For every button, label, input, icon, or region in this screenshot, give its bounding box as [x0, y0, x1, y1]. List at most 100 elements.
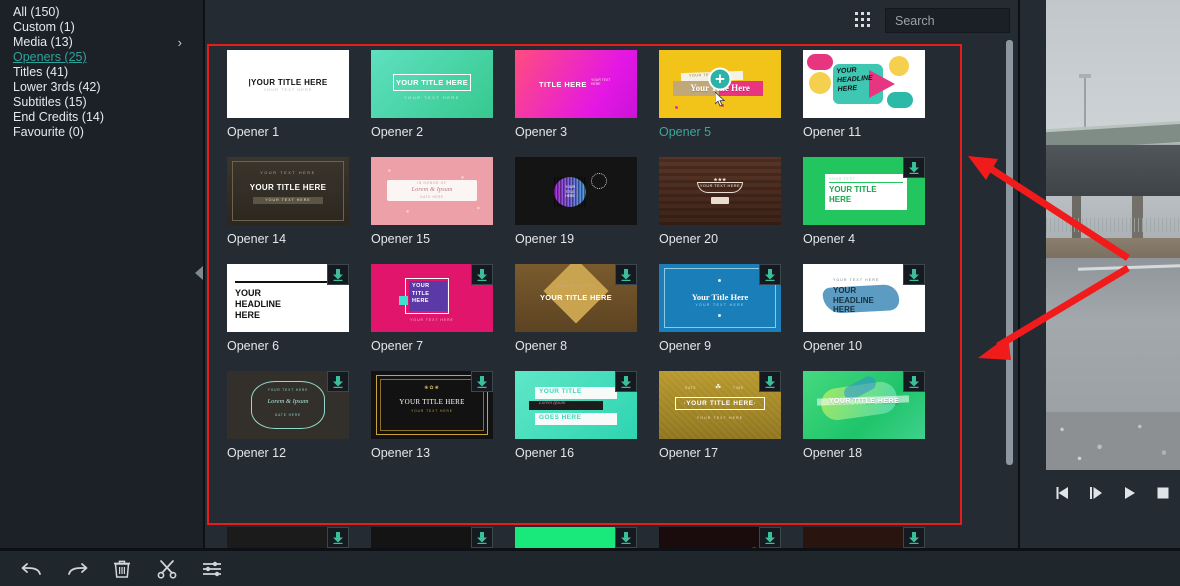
download-badge[interactable]: [327, 264, 349, 285]
template-thumbnail[interactable]: YOUR TEXT HERE YOURHEADLINEHERE: [803, 264, 925, 332]
template-thumbnail[interactable]: YOUR TEXT HERE YOUR TITLE HERE YOUR TEXT…: [227, 157, 349, 225]
sidebar-item-label: End Credits (14): [13, 110, 104, 124]
template-thumbnail[interactable]: YOURTITLEHERE YOUR TEXT HERE: [371, 264, 493, 332]
collapse-left-arrow-icon: [195, 266, 203, 280]
template-card-opener-15[interactable]: IN HONOR OF Lorem & Ipsum DATE HEREOpene…: [371, 157, 515, 246]
download-badge[interactable]: [615, 264, 637, 285]
template-thumbnail[interactable]: DATE TIME ☘ ·YOUR TITLE HERE· YOUR TEXT …: [659, 371, 781, 439]
download-badge[interactable]: [471, 527, 493, 548]
download-arrow-icon: [476, 531, 488, 544]
template-card-opener-6[interactable]: YOURHEADLINEHEREOpener 6: [227, 264, 371, 353]
template-card-opener-1[interactable]: |YOUR TITLE HERE YOUR TEXT HEREOpener 1: [227, 50, 371, 139]
template-card-opener-10[interactable]: YOUR TEXT HERE YOURHEADLINEHEREOpener 10: [803, 264, 947, 353]
sidebar-item-custom-1[interactable]: Custom (1): [0, 20, 200, 35]
template-card-opener-8[interactable]: YOUR TEXT HERE YOUR TITLE HEREOpener 8: [515, 264, 659, 353]
download-badge[interactable]: [759, 527, 781, 548]
template-thumbnail[interactable]: YOURTITLEHERE: [515, 157, 637, 225]
sidebar-item-all-150[interactable]: All (150): [0, 5, 200, 20]
template-grid-partial-row: [227, 527, 987, 548]
template-card-opener-11[interactable]: YOURHEADLINEHEREOpener 11: [803, 50, 947, 139]
template-thumbnail[interactable]: YOUR TITLE Lorem Ipsum GOES HERE: [515, 371, 637, 439]
template-card-opener-4[interactable]: YOUR TEXT YOUR TITLEHEREOpener 4: [803, 157, 947, 246]
template-thumbnail[interactable]: [371, 527, 493, 548]
play-button[interactable]: [1119, 482, 1141, 504]
trash-icon: [113, 559, 131, 579]
template-card-opener-16[interactable]: YOUR TITLE Lorem Ipsum GOES HEREOpener 1…: [515, 371, 659, 460]
template-card-opener-12[interactable]: YOUR TEXT HERE Lorem & Ipsum DATE HEREOp…: [227, 371, 371, 460]
brush-strip: [1046, 238, 1180, 260]
template-thumbnail[interactable]: ★★★ YOUR TEXT HERE: [659, 157, 781, 225]
download-badge[interactable]: [615, 527, 637, 548]
undo-button[interactable]: [20, 557, 44, 581]
template-thumbnail[interactable]: YOUR TEXT HERE YOUR TITLE HERE: [515, 264, 637, 332]
download-badge[interactable]: [759, 371, 781, 392]
template-card-opener-5[interactable]: YOUR TEXT HERE Your Title Here +Opener 5: [659, 50, 803, 139]
sidebar-item-label: Favourite (0): [13, 125, 84, 139]
next-frame-button[interactable]: [1085, 482, 1107, 504]
template-card-opener-2[interactable]: YOUR TITLE HERE YOUR TEXT HEREOpener 2: [371, 50, 515, 139]
template-thumbnail[interactable]: YOURHEADLINEHERE: [227, 264, 349, 332]
search-box[interactable]: [885, 8, 1010, 33]
sidebar-item-label: Lower 3rds (42): [13, 80, 101, 94]
download-badge[interactable]: [903, 264, 925, 285]
chevron-right-icon[interactable]: ›: [178, 35, 182, 50]
template-thumbnail[interactable]: [803, 527, 925, 548]
template-thumbnail[interactable]: YOUR TEXT HERE Lorem & Ipsum DATE HERE: [227, 371, 349, 439]
template-card-opener-9[interactable]: Your Title Here YOUR TEXT HERE Opener 9: [659, 264, 803, 353]
template-card-opener-13[interactable]: ❀✿❀ YOUR TITLE HERE YOUR TEXT HEREOpener…: [371, 371, 515, 460]
template-label: Opener 7: [371, 339, 515, 353]
template-card-opener-18[interactable]: YOUR TITLE HEREOpener 18: [803, 371, 947, 460]
template-thumbnail[interactable]: [227, 527, 349, 548]
download-badge[interactable]: [903, 371, 925, 392]
template-thumbnail[interactable]: YOUR TITLE HERE: [803, 371, 925, 439]
download-badge[interactable]: [759, 264, 781, 285]
template-card-opener-19[interactable]: YOURTITLEHERE Opener 19: [515, 157, 659, 246]
template-card-opener-20[interactable]: ★★★ YOUR TEXT HERE Opener 20: [659, 157, 803, 246]
next-frame-icon: [1088, 486, 1104, 500]
template-thumbnail[interactable]: [515, 527, 637, 548]
download-badge[interactable]: [903, 157, 925, 178]
template-card-opener-17[interactable]: DATE TIME ☘ ·YOUR TITLE HERE· YOUR TEXT …: [659, 371, 803, 460]
template-library-panel: |YOUR TITLE HERE YOUR TEXT HEREOpener 1 …: [205, 0, 1018, 548]
play-icon: [1122, 486, 1138, 500]
previous-frame-button[interactable]: [1052, 482, 1074, 504]
sidebar-item-end-credits-14[interactable]: End Credits (14): [0, 110, 200, 125]
template-card-opener-14[interactable]: YOUR TEXT HERE YOUR TITLE HERE YOUR TEXT…: [227, 157, 371, 246]
template-thumbnail[interactable]: [659, 527, 781, 548]
add-plus-icon[interactable]: +: [709, 67, 732, 90]
previous-frame-icon: [1055, 486, 1071, 500]
grid-view-icon[interactable]: [853, 11, 873, 29]
sidebar-item-favourite-0[interactable]: Favourite (0): [0, 125, 200, 140]
template-thumbnail[interactable]: TITLE HERE YOUR TEXTHERE: [515, 50, 637, 118]
template-thumbnail[interactable]: YOUR TEXT HERE Your Title Here +: [659, 50, 781, 118]
template-thumbnail[interactable]: YOURHEADLINEHERE: [803, 50, 925, 118]
download-badge[interactable]: [327, 527, 349, 548]
sidebar-item-media-13[interactable]: Media (13)›: [0, 35, 200, 50]
sidebar-item-titles-41[interactable]: Titles (41): [0, 65, 200, 80]
template-thumbnail[interactable]: YOUR TITLE HERE YOUR TEXT HERE: [371, 50, 493, 118]
template-thumbnail[interactable]: IN HONOR OF Lorem & Ipsum DATE HERE: [371, 157, 493, 225]
bridge-underside: [1046, 145, 1180, 197]
download-badge[interactable]: [471, 371, 493, 392]
video-preview[interactable]: [1046, 0, 1180, 470]
template-thumbnail[interactable]: Your Title Here YOUR TEXT HERE: [659, 264, 781, 332]
download-badge[interactable]: [327, 371, 349, 392]
sidebar-item-subtitles-15[interactable]: Subtitles (15): [0, 95, 200, 110]
settings-button[interactable]: [200, 557, 224, 581]
template-card-opener-7[interactable]: YOURTITLEHERE YOUR TEXT HERE Opener 7: [371, 264, 515, 353]
sidebar-item-openers-25[interactable]: Openers (25): [0, 50, 200, 65]
delete-button[interactable]: [110, 557, 134, 581]
template-thumbnail[interactable]: YOUR TEXT YOUR TITLEHERE: [803, 157, 925, 225]
sidebar-item-lower-3rds-42[interactable]: Lower 3rds (42): [0, 80, 200, 95]
template-thumbnail[interactable]: |YOUR TITLE HERE YOUR TEXT HERE: [227, 50, 349, 118]
redo-button[interactable]: [65, 557, 89, 581]
library-scrollbar-thumb[interactable]: [1006, 40, 1013, 465]
template-thumbnail[interactable]: ❀✿❀ YOUR TITLE HERE YOUR TEXT HERE: [371, 371, 493, 439]
cut-button[interactable]: [155, 557, 179, 581]
download-badge[interactable]: [903, 527, 925, 548]
download-arrow-icon: [764, 268, 776, 281]
stop-button[interactable]: [1152, 482, 1174, 504]
download-badge[interactable]: [471, 264, 493, 285]
download-badge[interactable]: [615, 371, 637, 392]
template-card-opener-3[interactable]: TITLE HERE YOUR TEXTHEREOpener 3: [515, 50, 659, 139]
